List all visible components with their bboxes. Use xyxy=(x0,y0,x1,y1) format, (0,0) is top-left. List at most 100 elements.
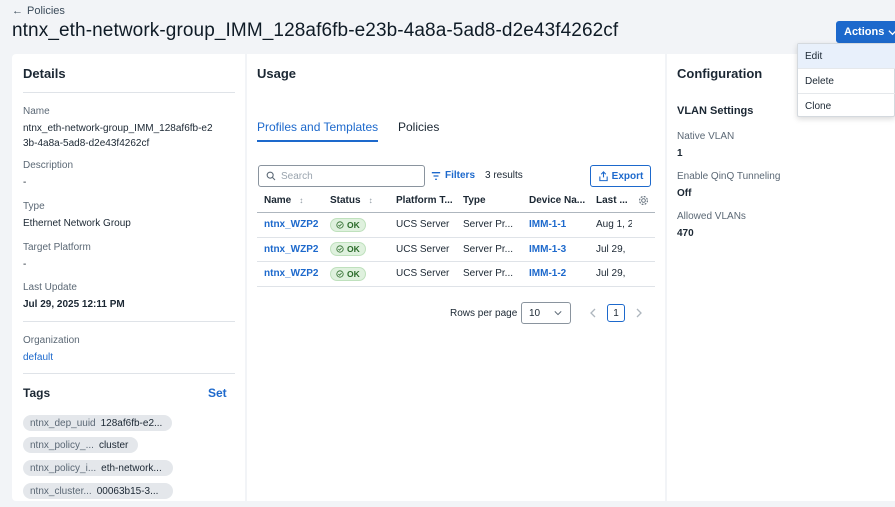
divider xyxy=(23,92,235,93)
description-value: - xyxy=(23,177,27,188)
status-cell: OK xyxy=(330,213,386,237)
native-vlan-value: 1 xyxy=(677,148,683,159)
allowed-vlans-field: Allowed VLANs 470 xyxy=(677,210,877,241)
device-name-link[interactable]: IMM-1-3 xyxy=(529,238,587,262)
qinq-value: Off xyxy=(677,188,692,199)
rows-per-page-select[interactable]: 10 xyxy=(521,302,571,324)
export-button[interactable]: Export xyxy=(590,165,651,187)
set-tags-link[interactable]: Set xyxy=(208,386,227,400)
profile-name-link[interactable]: ntnx_WZP2 xyxy=(264,238,324,262)
status-badge: OK xyxy=(330,266,366,281)
vlan-settings-title: VLAN Settings xyxy=(677,105,754,117)
tag-chip: ntnx_dep_uuid 128af6fb-e2... xyxy=(23,415,172,431)
check-circle-icon xyxy=(336,221,344,229)
chevron-down-icon xyxy=(888,29,895,35)
allowed-vlans-label: Allowed VLANs xyxy=(677,211,746,222)
page-number-button[interactable]: 1 xyxy=(607,304,625,322)
next-page-button[interactable] xyxy=(633,306,645,320)
tab-policies[interactable]: Policies xyxy=(398,120,439,140)
platform-cell: UCS Server xyxy=(396,243,450,255)
check-circle-icon xyxy=(336,270,344,278)
native-vlan-field: Native VLAN 1 xyxy=(677,130,877,161)
status-badge: OK xyxy=(330,217,366,232)
column-header-last-update[interactable]: Last ... xyxy=(596,189,632,212)
chevron-left-icon xyxy=(590,308,596,318)
configuration-title: Configuration xyxy=(677,66,763,81)
profile-name-link[interactable]: ntnx_WZP2 xyxy=(264,213,324,237)
usage-table: Name ↕ Status ↕ Platform T... Type Device … xyxy=(257,189,655,287)
actions-menu: Edit Delete Clone xyxy=(797,43,895,117)
column-header-name[interactable]: Name ↕ xyxy=(264,189,324,212)
description-field: Description - xyxy=(23,159,238,190)
chevron-right-icon xyxy=(636,308,642,318)
organization-link[interactable]: default xyxy=(23,350,238,365)
status-badge: OK xyxy=(330,242,366,257)
actions-button[interactable]: Actions xyxy=(836,21,895,43)
last-update-cell: Jul 29, xyxy=(596,243,626,255)
platform-cell: UCS Server xyxy=(396,219,450,231)
table-row[interactable]: ntnx_WZP2 OK UCS Server Server Pr... IMM… xyxy=(257,238,655,262)
tab-profiles-and-templates[interactable]: Profiles and Templates xyxy=(257,120,379,142)
profile-name-link[interactable]: ntnx_WZP2 xyxy=(264,262,324,286)
tag-chip: ntnx_cluster... 00063b15-3... xyxy=(23,483,173,499)
search-placeholder: Search xyxy=(281,170,313,182)
back-link[interactable]: ← Policies xyxy=(12,5,65,17)
filters-button[interactable]: Filters xyxy=(431,170,475,181)
tag-key: ntnx_cluster... xyxy=(30,485,92,497)
status-label: OK xyxy=(347,268,360,279)
usage-title: Usage xyxy=(257,66,297,81)
last-update-cell: Jul 29, xyxy=(596,268,626,280)
table-row[interactable]: ntnx_WZP2 OK UCS Server Server Pr... IMM… xyxy=(257,262,655,287)
platform-cell: UCS Server xyxy=(396,268,450,280)
column-settings-gear-icon[interactable] xyxy=(635,189,651,212)
menu-item-edit[interactable]: Edit xyxy=(798,44,895,68)
details-title: Details xyxy=(23,66,66,81)
status-label: OK xyxy=(347,244,360,255)
tag-value: eth-network... xyxy=(101,462,162,474)
type-value: Ethernet Network Group xyxy=(23,218,131,229)
device-name-link[interactable]: IMM-1-2 xyxy=(529,262,587,286)
tags-title: Tags xyxy=(23,386,51,400)
results-count: 3 results xyxy=(485,170,523,181)
tag-value: 00063b15-3... xyxy=(96,485,159,497)
type-cell: Server Pr... xyxy=(463,243,514,255)
tag-key: ntnx_dep_uuid xyxy=(30,417,96,429)
target-platform-label: Target Platform xyxy=(23,242,91,253)
previous-page-button[interactable] xyxy=(587,306,599,320)
filters-label: Filters xyxy=(445,170,476,181)
actions-button-label: Actions xyxy=(844,26,885,38)
sort-icon: ↕ xyxy=(368,196,373,205)
target-platform-field: Target Platform - xyxy=(23,241,238,272)
last-update-label: Last Update xyxy=(23,282,77,293)
search-input[interactable]: Search xyxy=(258,165,425,187)
page-title: ntnx_eth-network-group_IMM_128af6fb-e23b… xyxy=(12,20,619,41)
arrow-left-icon: ← xyxy=(12,5,23,17)
target-platform-value: - xyxy=(23,259,27,270)
tag-key: ntnx_policy_i... xyxy=(30,462,97,474)
usage-panel: Usage Profiles and Templates Policies Se… xyxy=(247,54,665,501)
column-header-status[interactable]: Status ↕ xyxy=(330,189,386,212)
qinq-field: Enable QinQ Tunneling Off xyxy=(677,170,877,201)
rows-per-page-value: 10 xyxy=(529,307,541,319)
menu-item-delete[interactable]: Delete xyxy=(798,69,895,93)
back-link-label: Policies xyxy=(27,5,65,17)
export-icon xyxy=(598,170,608,181)
column-header-platform-type[interactable]: Platform T... xyxy=(396,189,456,212)
device-name-link[interactable]: IMM-1-1 xyxy=(529,213,587,237)
column-header-label: Name xyxy=(264,195,292,206)
name-label: Name xyxy=(23,106,50,117)
chevron-down-icon xyxy=(554,311,562,316)
last-update-field: Last Update Jul 29, 2025 12:11 PM xyxy=(23,281,238,312)
column-header-device-name[interactable]: Device Na... xyxy=(529,189,587,212)
name-field: Name ntnx_eth-network-group_IMM_128af6fb… xyxy=(23,105,238,151)
column-header-type[interactable]: Type xyxy=(463,189,523,212)
description-label: Description xyxy=(23,160,74,171)
status-cell: OK xyxy=(330,262,386,286)
tag-value: cluster xyxy=(98,439,129,451)
qinq-label: Enable QinQ Tunneling xyxy=(677,171,781,182)
rows-per-page-label: Rows per page xyxy=(450,308,518,319)
table-row[interactable]: ntnx_WZP2 OK UCS Server Server Pr... IMM… xyxy=(257,213,655,238)
export-label: Export xyxy=(611,170,644,182)
menu-item-clone[interactable]: Clone xyxy=(798,94,895,118)
tag-chip: ntnx_policy_i... eth-network... xyxy=(23,460,173,476)
